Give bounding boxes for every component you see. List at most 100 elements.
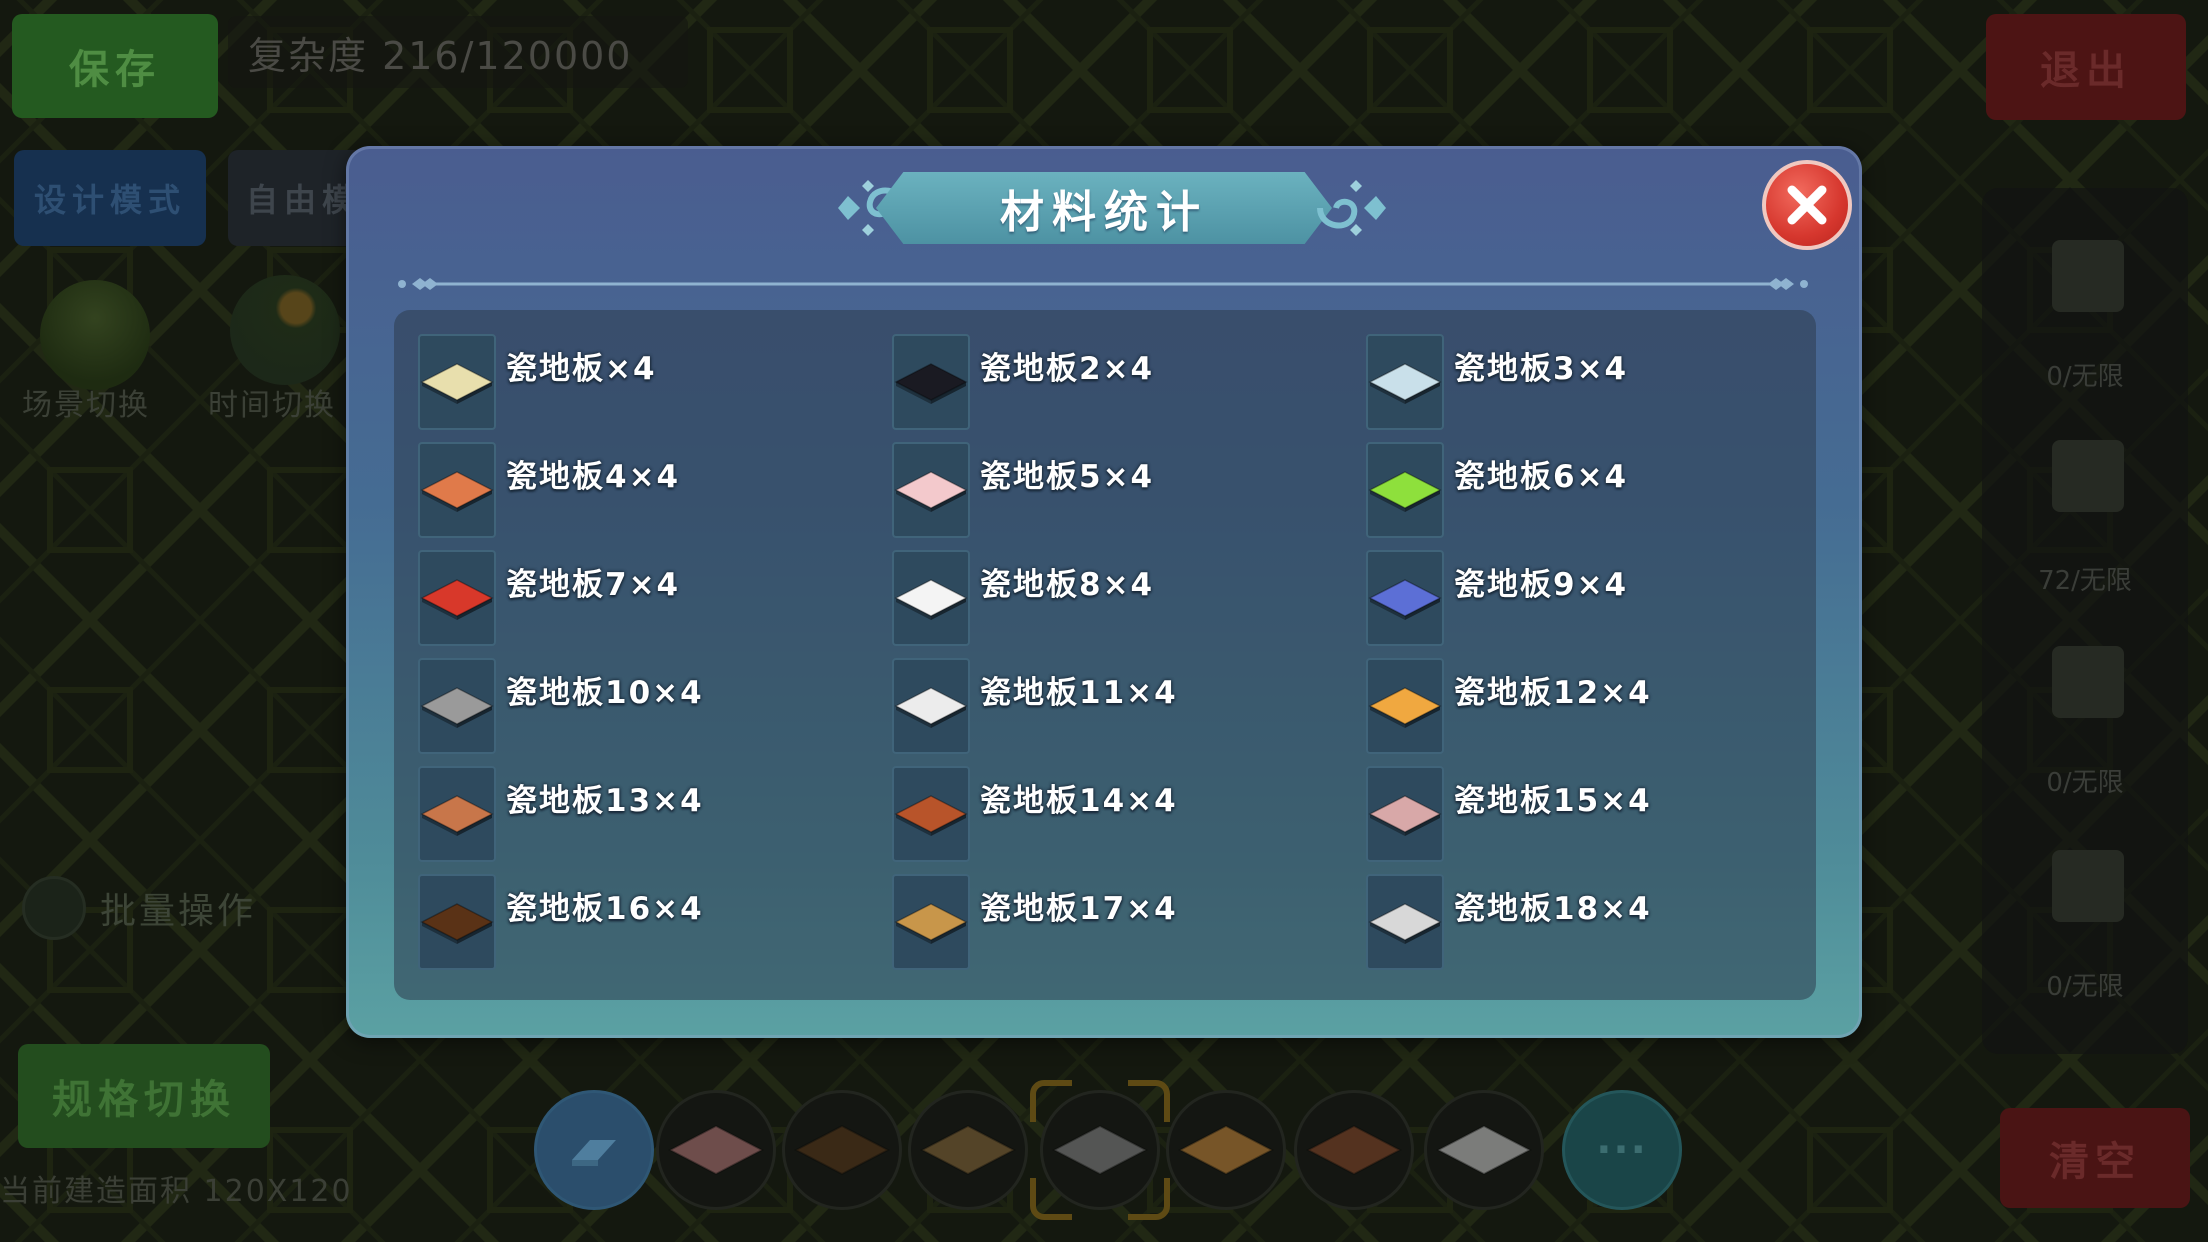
floor-tile-icon <box>1368 363 1442 404</box>
floor-tile-icon <box>894 687 968 728</box>
material-label: 瓷地板15×4 <box>1454 782 1652 819</box>
material-thumbnail <box>892 766 970 862</box>
time-switch-icon[interactable] <box>230 275 340 385</box>
more-icon: ··· <box>1596 1127 1648 1173</box>
material-item: 瓷地板5×4 <box>892 442 1332 538</box>
category-count: 0/无限 <box>2046 362 2124 392</box>
floor-category-icon[interactable] <box>2052 440 2124 512</box>
title-divider <box>398 278 1808 290</box>
title-ribbon: 材料统计 <box>876 172 1332 244</box>
spec-switch-button[interactable]: 规格切换 <box>18 1044 270 1148</box>
material-label: 瓷地板3×4 <box>1454 350 1629 387</box>
wall-category-icon[interactable] <box>2052 240 2124 312</box>
scene-switch-icon[interactable] <box>40 280 150 390</box>
floor-tile-icon <box>420 903 494 944</box>
floor-tile-icon <box>420 363 494 404</box>
floor-tile-icon <box>894 471 968 512</box>
material-item: 瓷地板15×4 <box>1366 766 1806 862</box>
design-mode-button[interactable]: 设计模式 <box>14 150 206 246</box>
material-label: 瓷地板18×4 <box>1454 890 1652 927</box>
category-count: 72/无限 <box>2038 566 2132 596</box>
material-thumbnail <box>892 874 970 970</box>
material-label: 瓷地板12×4 <box>1454 674 1652 711</box>
material-item: 瓷地板13×4 <box>418 766 858 862</box>
floor-tile-icon <box>420 579 494 620</box>
toolbar-tile-slot[interactable] <box>1424 1090 1544 1210</box>
toolbar-tile-slot[interactable] <box>782 1090 902 1210</box>
exit-button[interactable]: 退出 <box>1986 14 2186 120</box>
dialog-title: 材料统计 <box>1000 187 1208 238</box>
floor-tile-icon <box>894 363 968 404</box>
material-thumbnail <box>1366 766 1444 862</box>
floor-tile-icon <box>1177 1124 1275 1176</box>
material-thumbnail <box>418 334 496 430</box>
floor-tile-icon <box>1368 795 1442 836</box>
floor-tile-icon <box>894 795 968 836</box>
floor-tile-icon <box>793 1124 891 1176</box>
close-icon <box>1787 185 1827 225</box>
floor-tile-icon <box>894 903 968 944</box>
floor-tile-icon <box>1368 903 1442 944</box>
material-label: 瓷地板7×4 <box>506 566 681 603</box>
material-item: 瓷地板16×4 <box>418 874 858 970</box>
floor-tile-icon <box>420 687 494 728</box>
material-item: 瓷地板18×4 <box>1366 874 1806 970</box>
material-thumbnail <box>418 658 496 754</box>
door-category-icon[interactable] <box>2052 646 2124 718</box>
toolbar-tile-slot[interactable] <box>908 1090 1028 1210</box>
material-label: 瓷地板9×4 <box>1454 566 1629 603</box>
material-label: 瓷地板17×4 <box>980 890 1178 927</box>
selected-slot-frame <box>1030 1080 1170 1220</box>
eraser-button[interactable] <box>534 1090 654 1210</box>
material-thumbnail <box>892 658 970 754</box>
toolbar-tile-slot[interactable] <box>1166 1090 1286 1210</box>
material-thumbnail <box>1366 550 1444 646</box>
more-button[interactable]: ··· <box>1562 1090 1682 1210</box>
material-label: 瓷地板4×4 <box>506 458 681 495</box>
title-ornament-right-icon <box>1317 180 1386 236</box>
clear-button[interactable]: 清空 <box>2000 1108 2190 1208</box>
material-thumbnail <box>418 766 496 862</box>
material-thumbnail <box>1366 334 1444 430</box>
material-thumbnail <box>892 442 970 538</box>
furniture-category-icon[interactable] <box>2052 850 2124 922</box>
eraser-icon <box>572 1140 616 1166</box>
build-area-label: 当前建造面积 120X120 <box>0 1174 353 1209</box>
material-label: 瓷地板5×4 <box>980 458 1155 495</box>
save-button[interactable]: 保存 <box>12 14 218 118</box>
floor-tile-icon <box>1435 1124 1533 1176</box>
scene-switch-label: 场景切换 <box>22 388 150 423</box>
material-label: 瓷地板×4 <box>506 350 657 387</box>
toolbar-tile-slot[interactable] <box>656 1090 776 1210</box>
material-item: 瓷地板7×4 <box>418 550 858 646</box>
close-button[interactable] <box>1762 160 1852 250</box>
toolbar-tile-slot[interactable] <box>1294 1090 1414 1210</box>
material-item: 瓷地板11×4 <box>892 658 1332 754</box>
material-thumbnail <box>1366 442 1444 538</box>
floor-tile-icon <box>919 1124 1017 1176</box>
complexity-counter: 复杂度 216/120000 <box>228 16 688 88</box>
material-label: 瓷地板8×4 <box>980 566 1155 603</box>
material-label: 瓷地板10×4 <box>506 674 704 711</box>
floor-tile-icon <box>667 1124 765 1176</box>
material-label: 瓷地板2×4 <box>980 350 1155 387</box>
material-item: 瓷地板12×4 <box>1366 658 1806 754</box>
material-item: 瓷地板3×4 <box>1366 334 1806 430</box>
batch-checkbox-icon[interactable] <box>22 876 86 940</box>
material-item: 瓷地板6×4 <box>1366 442 1806 538</box>
material-label: 瓷地板16×4 <box>506 890 704 927</box>
material-item: 瓷地板14×4 <box>892 766 1332 862</box>
floor-tile-icon <box>1305 1124 1403 1176</box>
material-item: 瓷地板10×4 <box>418 658 858 754</box>
material-label: 瓷地板6×4 <box>1454 458 1629 495</box>
material-item: 瓷地板17×4 <box>892 874 1332 970</box>
category-panel <box>1982 188 2188 1054</box>
material-thumbnail <box>1366 874 1444 970</box>
material-thumbnail <box>418 874 496 970</box>
batch-operation-label: 批量操作 <box>100 891 257 932</box>
floor-tile-icon <box>1368 687 1442 728</box>
material-statistics-dialog: 材料统计 瓷地板×4 瓷地板2×4 瓷地板3×4 瓷地板4×4 瓷地板5×4 瓷地板6×4… <box>346 146 1862 1038</box>
material-item: 瓷地板4×4 <box>418 442 858 538</box>
material-thumbnail <box>892 334 970 430</box>
floor-tile-icon <box>420 471 494 512</box>
